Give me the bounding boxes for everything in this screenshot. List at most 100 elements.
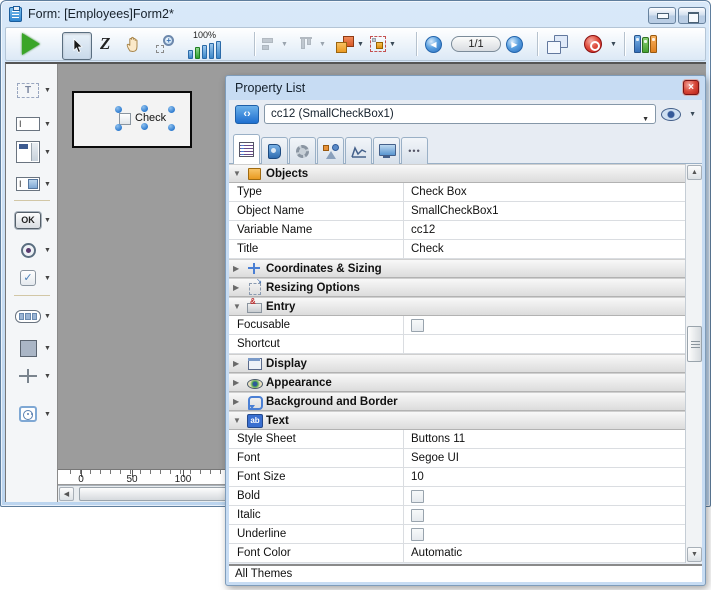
zoom-tool-button[interactable]: + (156, 28, 174, 60)
close-button[interactable]: × (683, 80, 699, 95)
collapse-icon[interactable]: ▼ (233, 169, 242, 178)
prop-value[interactable]: Check Box (404, 183, 685, 202)
prop-value[interactable]: cc12 (404, 221, 685, 240)
object-selector[interactable]: cc12 (SmallCheckBox1) ▼ (264, 104, 656, 124)
bold-checkbox[interactable] (411, 490, 424, 503)
selection-handle[interactable] (141, 105, 148, 112)
checkbox-widget-box[interactable] (119, 113, 131, 125)
title-bar[interactable]: Form: [Employees]Form2* (1, 1, 710, 27)
prop-value[interactable]: SmallCheckBox1 (404, 202, 685, 221)
splitter-tool[interactable]: ▼ (6, 364, 58, 388)
collapse-icon[interactable]: ▶ (233, 359, 242, 368)
tab-more[interactable]: ••• (401, 137, 428, 164)
section-coordinates-sizing[interactable]: ▶Coordinates & Sizing (229, 259, 685, 278)
prop-value[interactable]: Segoe UI (404, 449, 685, 468)
chevron-down-icon[interactable]: ▼ (44, 87, 51, 94)
maximize-button[interactable] (678, 7, 706, 24)
checkbox-widget-label[interactable]: Check (135, 112, 166, 124)
section-entry[interactable]: ▼Entry (229, 297, 685, 316)
settings-button[interactable]: ▼ (584, 28, 617, 60)
vertical-scrollbar[interactable]: ▲ ▼ (685, 164, 702, 563)
pan-tool-button[interactable] (124, 28, 143, 60)
tab-events[interactable] (345, 137, 372, 164)
plugin-tool[interactable]: ▼ (6, 402, 58, 426)
scroll-down-button[interactable]: ▼ (687, 547, 702, 562)
library-button[interactable] (634, 28, 657, 60)
chevron-down-icon[interactable]: ▼ (44, 275, 51, 282)
prop-value[interactable]: Automatic (404, 544, 685, 563)
chevron-down-icon[interactable]: ▼ (44, 247, 51, 254)
zoom-level-control[interactable]: 100% (188, 29, 221, 61)
order-tool-button[interactable]: Z (100, 28, 110, 60)
radio-tool[interactable]: ▼ (6, 238, 58, 262)
focusable-checkbox[interactable] (411, 319, 424, 332)
chevron-down-icon[interactable]: ▼ (281, 41, 288, 48)
checkbox-tool[interactable]: ✓▼ (6, 266, 58, 290)
selection-handle[interactable] (141, 123, 148, 130)
tab-property-list[interactable] (233, 134, 260, 164)
button-tool[interactable]: OK▼ (6, 208, 58, 232)
chevron-down-icon[interactable]: ▼ (44, 411, 51, 418)
scroll-up-button[interactable]: ▲ (687, 165, 702, 180)
collapse-icon[interactable]: ▶ (233, 283, 242, 292)
collapse-icon[interactable]: ▶ (233, 264, 242, 273)
layer-order-button[interactable]: ▼ (336, 28, 364, 60)
collapse-icon[interactable]: ▶ (233, 397, 242, 406)
collapse-icon[interactable]: ▶ (233, 378, 242, 387)
section-display[interactable]: ▶Display (229, 354, 685, 373)
chevron-down-icon[interactable]: ▼ (319, 41, 326, 48)
page-indicator-field[interactable]: 1/1 (446, 28, 506, 60)
section-background-border[interactable]: ▶Background and Border (229, 392, 685, 411)
prev-page-button[interactable]: ◀ (425, 28, 442, 60)
chevron-down-icon[interactable]: ▼ (44, 121, 51, 128)
select-tool-button[interactable] (62, 30, 92, 62)
scroll-left-button[interactable]: ◀ (59, 487, 74, 501)
section-appearance[interactable]: ▶Appearance (229, 373, 685, 392)
selection-handle[interactable] (168, 124, 175, 131)
form-pages-button[interactable] (547, 28, 568, 60)
italic-checkbox[interactable] (411, 509, 424, 522)
chevron-down-icon[interactable]: ▼ (44, 181, 51, 188)
chevron-down-icon[interactable]: ▼ (610, 41, 617, 48)
prop-value[interactable] (404, 335, 685, 354)
distribute-button[interactable]: ▼ (300, 28, 326, 60)
chevron-down-icon[interactable]: ▼ (44, 149, 51, 156)
buttonbar-tool[interactable]: ▼ (6, 304, 58, 328)
prev-next-object-button[interactable]: ‹› (235, 105, 259, 124)
property-list-titlebar[interactable]: Property List × (226, 76, 705, 100)
tab-stylesheets[interactable] (261, 137, 288, 164)
chevron-down-icon[interactable]: ▼ (689, 111, 696, 118)
input-tool[interactable]: I▼ (6, 112, 58, 136)
chevron-down-icon[interactable]: ▼ (44, 313, 51, 320)
chevron-down-icon[interactable]: ▼ (44, 373, 51, 380)
combobox-tool[interactable]: I▼ (6, 172, 58, 196)
next-page-button[interactable]: ▶ (506, 28, 523, 60)
align-button[interactable]: ▼ (262, 28, 288, 60)
minimize-button[interactable] (648, 7, 676, 24)
selection-handle[interactable] (115, 106, 122, 113)
form-page[interactable]: Check (72, 91, 192, 148)
text-tool[interactable]: T▼ (6, 78, 58, 102)
collapse-icon[interactable]: ▼ (233, 302, 242, 311)
tab-objects[interactable] (317, 137, 344, 164)
collapse-icon[interactable]: ▼ (233, 416, 242, 425)
run-form-button[interactable] (22, 28, 40, 60)
rectangle-tool[interactable]: ▼ (6, 336, 58, 360)
tab-display[interactable] (373, 137, 400, 164)
chevron-down-icon[interactable]: ▼ (44, 345, 51, 352)
group-button[interactable]: ▼ (370, 28, 396, 60)
section-objects[interactable]: ▼Objects (229, 164, 685, 183)
selection-handle[interactable] (115, 124, 122, 131)
chevron-down-icon[interactable]: ▼ (44, 217, 51, 224)
section-text[interactable]: ▼Text (229, 411, 685, 430)
zoom-bars-icon[interactable] (188, 41, 221, 59)
eye-icon[interactable] (661, 108, 681, 121)
listbox-tool[interactable]: ▼ (6, 140, 58, 164)
prop-value[interactable]: Check (404, 240, 685, 259)
prop-value[interactable]: Buttons 11 (404, 430, 685, 449)
section-resizing-options[interactable]: ▶Resizing Options (229, 278, 685, 297)
scrollbar-thumb[interactable] (687, 326, 702, 362)
underline-checkbox[interactable] (411, 528, 424, 541)
selection-handle[interactable] (168, 106, 175, 113)
tab-settings[interactable] (289, 137, 316, 164)
